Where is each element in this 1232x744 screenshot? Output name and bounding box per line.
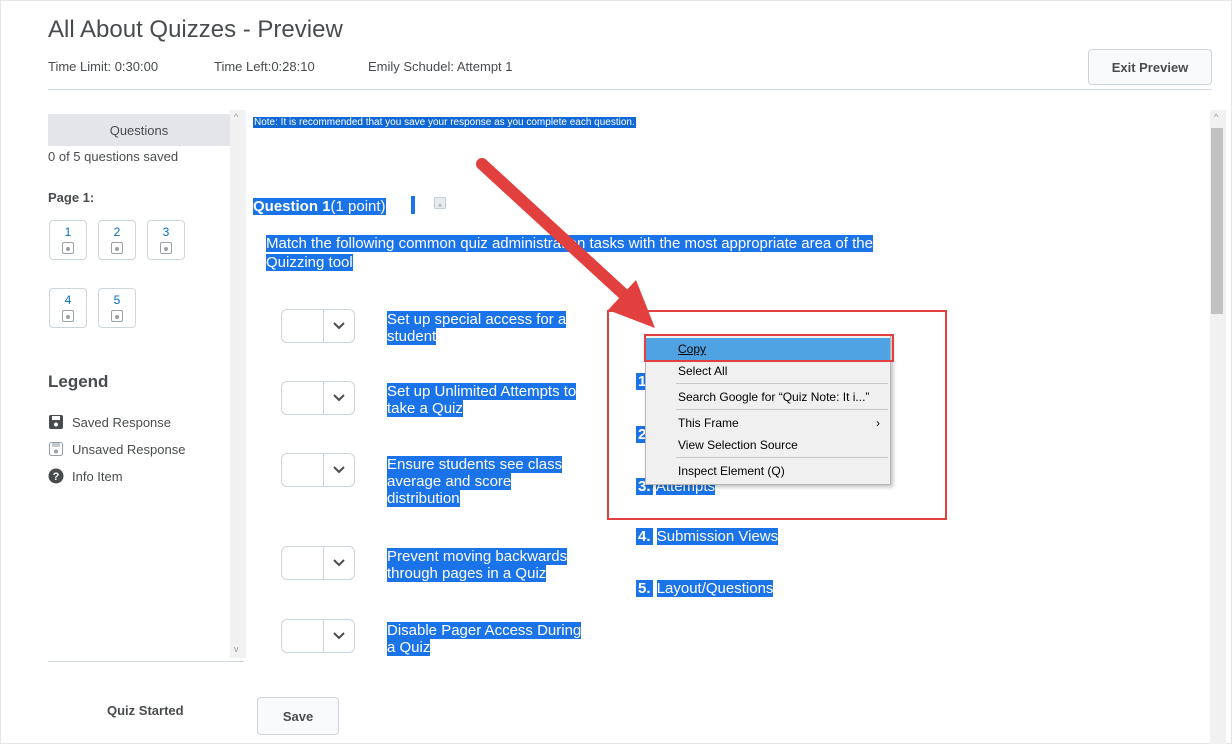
scroll-up-icon[interactable]: ^	[234, 112, 238, 122]
question-nav-number: 5	[113, 293, 121, 307]
legend-unsaved-label: Unsaved Response	[72, 441, 186, 457]
question-nav-1[interactable]: 1	[49, 220, 87, 260]
menu-separator	[676, 383, 888, 384]
unsaved-response-icon	[49, 442, 63, 456]
question-nav-3[interactable]: 3	[147, 220, 185, 260]
submenu-arrow-icon: ›	[876, 416, 880, 430]
unsaved-disk-icon	[62, 310, 74, 322]
match-select-3[interactable]	[281, 453, 355, 487]
time-limit-label: Time Limit: 0:30:00	[48, 59, 159, 74]
unsaved-disk-icon	[111, 310, 123, 322]
option-label: Layout/Questions	[656, 580, 774, 597]
option-number: 4.	[636, 528, 653, 545]
match-item-text: take a Quiz	[387, 400, 463, 417]
question-nav-number: 1	[64, 225, 72, 239]
match-item-text: distribution	[387, 490, 460, 507]
time-left-label: Time Left:0:28:10	[214, 59, 315, 74]
header-divider	[48, 89, 1212, 90]
exit-preview-button[interactable]: Exit Preview	[1088, 49, 1212, 85]
attempt-label: Emily Schudel: Attempt 1	[368, 59, 513, 74]
match-item-5: Disable Pager Access During a Quiz	[387, 622, 627, 656]
question-nav-2[interactable]: 2	[98, 220, 136, 260]
match-select-5[interactable]	[281, 619, 355, 653]
question-nav-number: 4	[64, 293, 72, 307]
question-nav-number: 3	[162, 225, 170, 239]
option-label: Submission Views	[656, 528, 779, 545]
match-item-3: Ensure students see class average and sc…	[387, 456, 627, 507]
unsaved-disk-icon	[111, 242, 123, 254]
page-label: Page 1:	[48, 190, 95, 205]
question-points: (1 point)	[330, 198, 386, 215]
scroll-up-icon[interactable]: ^	[1214, 112, 1218, 122]
chevron-down-icon	[323, 454, 354, 486]
question-title: Question 1	[253, 198, 331, 215]
match-select-1[interactable]	[281, 309, 355, 343]
text-cursor-marker	[411, 196, 415, 214]
menu-item-label: View Selection Source	[678, 438, 798, 452]
context-menu-select-all[interactable]: Select All	[646, 360, 890, 382]
question-nav-5[interactable]: 5	[98, 288, 136, 328]
saved-count: 0 of 5 questions saved	[48, 149, 179, 164]
match-item-text: Set up Unlimited Attempts to	[387, 383, 577, 400]
menu-item-label: Search Google for “Quiz Note: It i...”	[678, 390, 870, 404]
question-heading: Question 1(1 point)	[253, 198, 386, 215]
sidebar-scrollbar[interactable]: ^ v	[230, 110, 246, 658]
match-option-4: 4. Submission Views	[636, 528, 779, 545]
menu-item-label: Select All	[678, 364, 728, 378]
question-text-line2: Quizzing tool	[266, 254, 353, 271]
match-select-4[interactable]	[281, 546, 355, 580]
match-item-4: Prevent moving backwards through pages i…	[387, 548, 627, 582]
legend-info-label: Info Item	[72, 468, 123, 484]
unsaved-disk-icon	[160, 242, 172, 254]
legend-info: ? Info Item	[48, 468, 123, 484]
unsaved-question-icon	[433, 196, 447, 215]
option-number: 5.	[636, 580, 653, 597]
sidebar-divider	[48, 661, 244, 662]
quiz-started-label: Quiz Started	[107, 703, 184, 718]
legend-title: Legend	[48, 372, 109, 391]
annotation-arrow-icon	[476, 158, 655, 328]
context-menu-search-google[interactable]: Search Google for “Quiz Note: It i...”	[646, 386, 890, 408]
match-select-2[interactable]	[281, 381, 355, 415]
chevron-down-icon	[323, 547, 354, 579]
menu-item-label: Inspect Element (Q)	[678, 464, 785, 478]
main-scrollbar-thumb[interactable]	[1211, 128, 1223, 314]
info-item-icon: ?	[48, 468, 64, 484]
match-item-text: a Quiz	[387, 639, 431, 656]
match-item-text: Ensure students see class	[387, 456, 563, 473]
page-title: All About Quizzes - Preview	[48, 16, 343, 43]
match-item-text: Disable Pager Access During	[387, 622, 582, 639]
chevron-down-icon	[323, 382, 354, 414]
unsaved-disk-icon	[62, 242, 74, 254]
legend-saved-label: Saved Response	[72, 414, 172, 430]
context-menu-this-frame[interactable]: This Frame ›	[646, 412, 890, 434]
match-option-5: 5. Layout/Questions	[636, 580, 774, 597]
chevron-down-icon	[323, 620, 354, 652]
context-menu-view-selection-source[interactable]: View Selection Source	[646, 434, 890, 456]
save-note: Note: It is recommended that you save yo…	[253, 117, 636, 128]
menu-item-label: This Frame	[678, 416, 739, 430]
match-item-text: through pages in a Quiz	[387, 565, 547, 582]
scroll-down-icon[interactable]: v	[234, 644, 239, 654]
question-nav-4[interactable]: 4	[49, 288, 87, 328]
match-item-text: average and score	[387, 473, 512, 490]
chevron-down-icon	[323, 310, 354, 342]
saved-response-icon	[49, 415, 63, 429]
questions-tab[interactable]: Questions	[48, 114, 230, 146]
menu-separator	[676, 409, 888, 410]
match-item-text: student	[387, 328, 437, 345]
menu-separator	[676, 457, 888, 458]
legend-saved: Saved Response	[48, 414, 171, 430]
svg-text:?: ?	[53, 471, 60, 483]
match-item-text: Prevent moving backwards	[387, 548, 568, 565]
question-nav-number: 2	[113, 225, 121, 239]
match-item-2: Set up Unlimited Attempts to take a Quiz	[387, 383, 627, 417]
legend-unsaved: Unsaved Response	[48, 441, 185, 457]
save-button[interactable]: Save	[257, 697, 339, 735]
context-menu-inspect-element[interactable]: Inspect Element (Q)	[646, 460, 890, 482]
